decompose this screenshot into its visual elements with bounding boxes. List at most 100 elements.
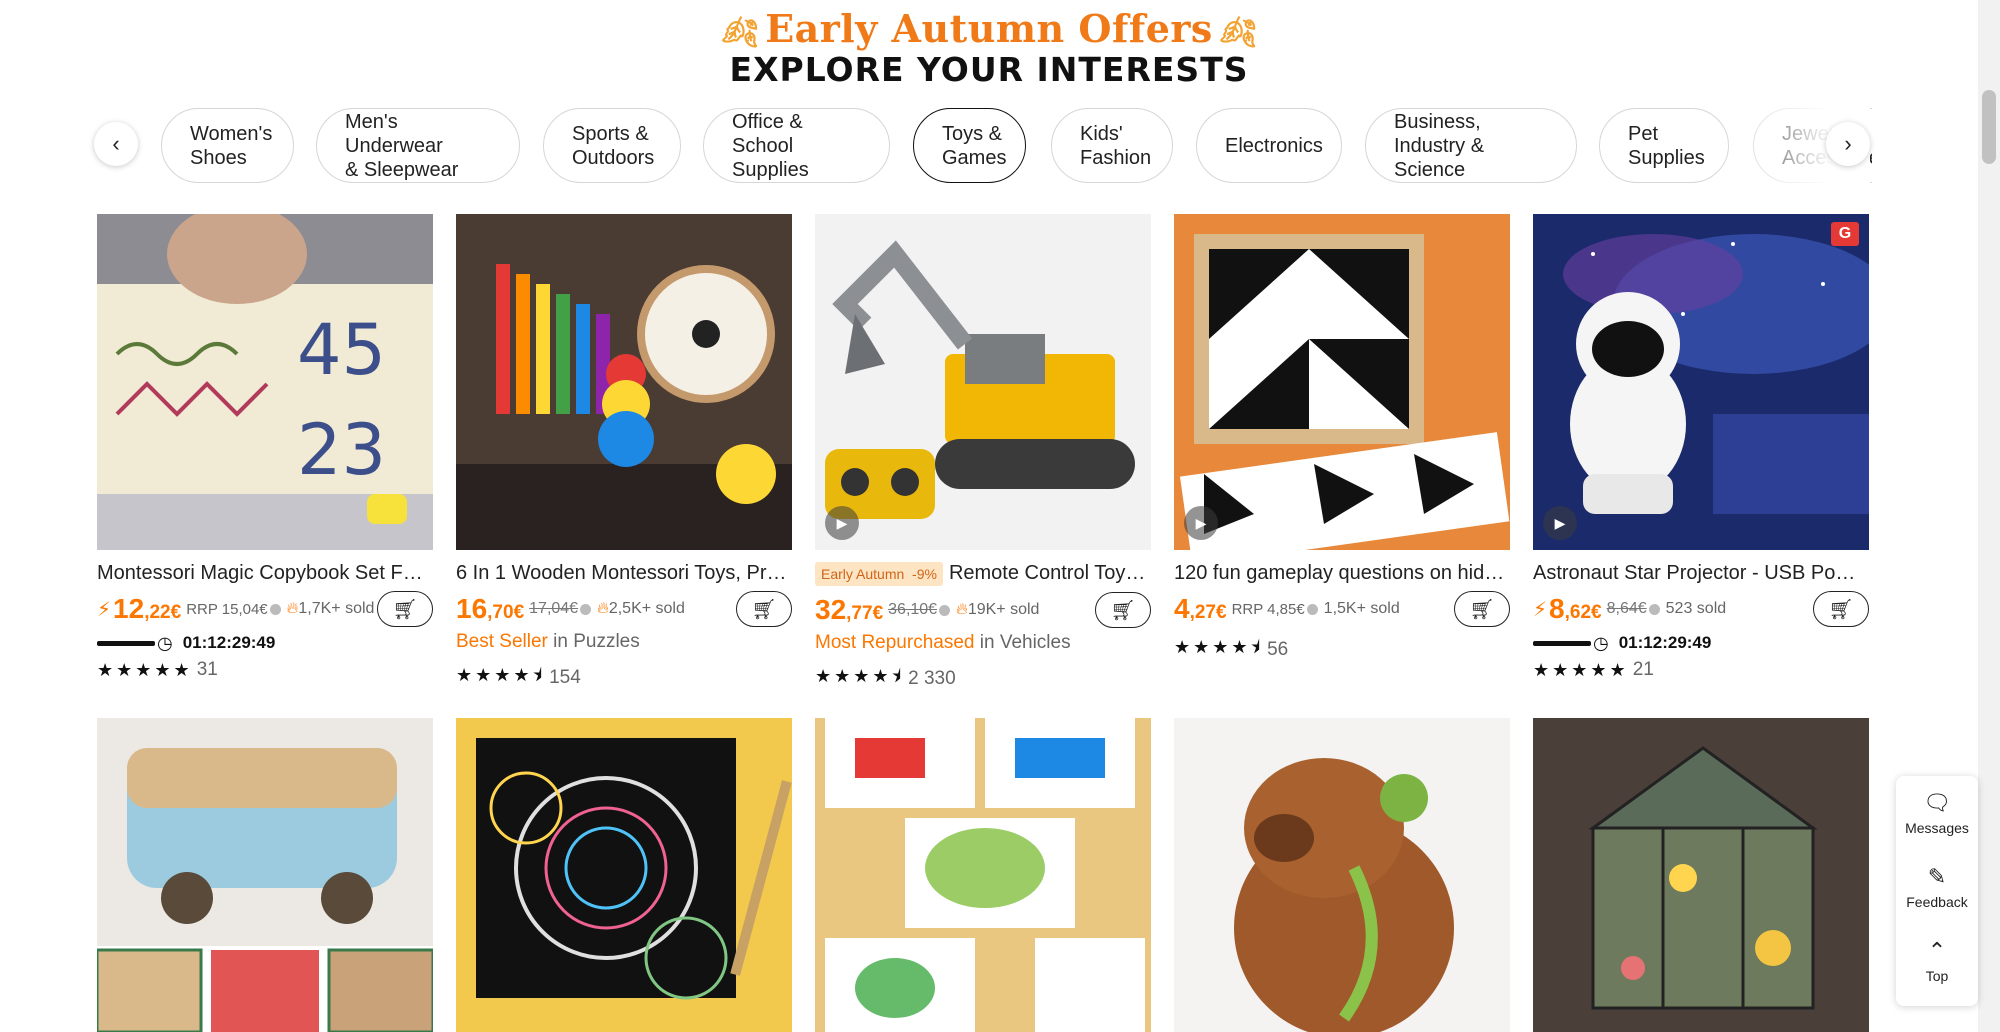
stars-icon: ★★★★⯨	[456, 665, 546, 685]
corner-badge: G	[1831, 222, 1859, 246]
tab-mens-underwear[interactable]: Men's Underwear & Sleepwear	[316, 108, 520, 183]
product-image[interactable]	[456, 214, 792, 550]
product-card[interactable]: G ▶ Astronaut Star Projector - USB Power…	[1533, 214, 1869, 681]
back-to-top-button[interactable]: ⌃ Top	[1896, 924, 1978, 998]
product-image[interactable]: G ▶	[1533, 214, 1869, 550]
product-card[interactable]	[1174, 718, 1510, 1032]
rating-count: 31	[196, 659, 218, 680]
rating[interactable]: ★★★★★ 31	[97, 659, 433, 681]
stars-icon: ★★★★⯨	[1174, 637, 1264, 657]
tab-business-industry[interactable]: Business, Industry & Science	[1365, 108, 1577, 183]
play-icon[interactable]: ▶	[825, 506, 859, 540]
product-image[interactable]: ▶	[1174, 214, 1510, 550]
price: 16,70€	[456, 593, 525, 624]
tab-pet-supplies[interactable]: Pet Supplies	[1599, 108, 1729, 183]
info-icon[interactable]	[269, 603, 281, 615]
price-row: ⚡︎ 12,22€ RRP 15,04€ 🔥︎1,7K+ sold 🛒︎	[97, 591, 433, 627]
countdown-timer: ◷ 01:12:29:49	[97, 631, 433, 655]
cart-icon: 🛒︎	[751, 598, 777, 621]
play-icon[interactable]: ▶	[1184, 506, 1218, 540]
rating[interactable]: ★★★★⯨ 56	[1174, 635, 1510, 665]
star-projector-image	[1533, 214, 1869, 550]
feedback-icon: ✎	[1927, 864, 1947, 889]
capybara-plush-image	[1174, 718, 1510, 1032]
tab-womens-shoes[interactable]: Women's Shoes	[161, 108, 294, 183]
info-icon[interactable]	[939, 604, 951, 616]
chevron-up-icon: ⌃	[1927, 938, 1947, 963]
product-card[interactable]	[97, 718, 433, 1032]
excavator-image	[815, 214, 1151, 550]
product-image[interactable]: ▶	[815, 214, 1151, 550]
product-card[interactable]: 6 In 1 Wooden Montessori Toys, Presch...…	[456, 214, 792, 693]
info-icon[interactable]	[1648, 603, 1660, 615]
product-image[interactable]	[1174, 718, 1510, 1032]
tab-toys-games[interactable]: Toys & Games	[913, 108, 1026, 183]
copybook-image: 45 23	[97, 214, 433, 550]
product-title[interactable]: Astronaut Star Projector - USB Powered..…	[1533, 562, 1869, 585]
product-image[interactable]	[815, 718, 1151, 1032]
info-icon[interactable]	[580, 603, 592, 615]
add-to-cart-button[interactable]: 🛒︎	[736, 591, 792, 627]
play-icon[interactable]: ▶	[1543, 506, 1577, 540]
sold-count: 🔥︎1,7K+ sold	[286, 600, 375, 617]
product-card[interactable]: ▶ Early Autumn -9%Remote Control Toys En…	[815, 214, 1151, 694]
add-to-cart-button[interactable]: 🛒︎	[1454, 591, 1510, 627]
product-image[interactable]	[1533, 718, 1869, 1032]
rating-count: 21	[1632, 659, 1654, 680]
rating-count: 154	[549, 667, 581, 688]
tab-kids-fashion[interactable]: Kids' Fashion	[1051, 108, 1173, 183]
add-to-cart-button[interactable]: 🛒︎	[377, 591, 433, 627]
animal-puzzle-image	[815, 718, 1151, 1032]
add-to-cart-button[interactable]: 🛒︎	[1813, 591, 1869, 627]
scrollbar-thumb[interactable]	[1982, 90, 1996, 164]
product-title[interactable]: 120 fun gameplay questions on hidden ...	[1174, 562, 1510, 585]
price: 12,22€	[113, 593, 182, 624]
original-price: 17,04€	[529, 600, 579, 617]
wooden-toys-image	[456, 214, 792, 550]
tab-electronics[interactable]: Electronics	[1196, 108, 1342, 183]
product-title[interactable]: Montessori Magic Copybook Set For Ki...	[97, 562, 433, 585]
product-card[interactable]	[1533, 718, 1869, 1032]
messages-button[interactable]: 🗨︎ Messages	[1896, 776, 1978, 850]
next-categories-button[interactable]: ›	[1826, 122, 1870, 166]
clock-icon: ◷	[157, 632, 173, 653]
product-card[interactable]	[456, 718, 792, 1032]
wooden-bus-image	[97, 718, 433, 1032]
add-to-cart-button[interactable]: 🛒︎	[1095, 592, 1151, 628]
tab-office-school[interactable]: Office & School Supplies	[703, 108, 890, 183]
product-image[interactable]	[456, 718, 792, 1032]
info-icon[interactable]	[1306, 603, 1318, 615]
feedback-label: Feedback	[1906, 894, 1968, 910]
price: 32,77€	[815, 594, 884, 625]
price: 8,62€	[1549, 593, 1602, 624]
rating[interactable]: ★★★★⯨ 154	[456, 663, 792, 693]
product-card[interactable]: ▶ 120 fun gameplay questions on hidden .…	[1174, 214, 1510, 665]
tab-sports-outdoors[interactable]: Sports & Outdoors	[543, 108, 681, 183]
rating[interactable]: ★★★★⯨ 2 330	[815, 664, 1151, 694]
miniature-greenhouse-image	[1533, 718, 1869, 1032]
rating-count: 56	[1267, 639, 1289, 660]
rating[interactable]: ★★★★★ 21	[1533, 659, 1869, 681]
countdown-timer: ◷ 01:12:29:49	[1533, 631, 1869, 655]
product-title[interactable]: Early Autumn -9%Remote Control Toys Engi…	[815, 562, 1151, 586]
product-title[interactable]: 6 In 1 Wooden Montessori Toys, Presch...	[456, 562, 792, 585]
svg-text:23: 23	[297, 409, 386, 491]
cart-icon: 🛒︎	[1828, 598, 1854, 621]
clock-icon: ◷	[1593, 632, 1609, 653]
product-image[interactable]: 45 23	[97, 214, 433, 550]
svg-text:45: 45	[297, 309, 386, 391]
prev-categories-button[interactable]: ‹	[94, 122, 138, 166]
price-row: ⚡︎ 8,62€ 8,64€ 523 sold 🛒︎	[1533, 591, 1869, 627]
product-tag[interactable]: Most Repurchased in Vehicles	[815, 632, 1151, 660]
feedback-button[interactable]: ✎ Feedback	[1896, 850, 1978, 924]
page-scrollbar[interactable]	[1978, 0, 2000, 1032]
product-image[interactable]	[97, 718, 433, 1032]
section-title: EXPLORE YOUR INTERESTS	[729, 50, 1249, 89]
product-card[interactable]: 45 23 Montessori Magic Copybook Set For …	[97, 214, 433, 681]
product-card[interactable]	[815, 718, 1151, 1032]
spirograph-image	[456, 718, 792, 1032]
cart-icon: 🛒︎	[1469, 598, 1495, 621]
price-row: 16,70€ 17,04€ 🔥︎2,5K+ sold 🛒︎	[456, 591, 792, 627]
product-tag[interactable]: Best Seller in Puzzles	[456, 631, 792, 659]
price-row: 32,77€ 36,10€ 🔥︎19K+ sold 🛒︎	[815, 592, 1151, 628]
